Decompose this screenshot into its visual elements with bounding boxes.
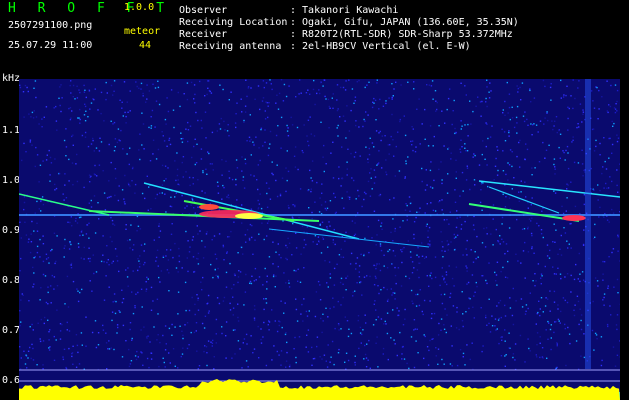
freq-tick: 0.7 — [2, 325, 21, 336]
info-label-antenna: Receiving antenna — [179, 41, 282, 52]
info-value-receiver: : R820T2(RTL-SDR) SDR-Sharp 53.372MHz — [290, 29, 513, 40]
spectrogram-background — [19, 79, 620, 400]
filename-label: 2507291100.png — [8, 20, 93, 31]
datetime-label: 25.07.29 11:00 — [8, 40, 93, 51]
info-label-observer: Observer — [179, 5, 228, 16]
version-label: 1.0.0 — [124, 2, 155, 13]
interference-column — [585, 79, 591, 369]
freq-tick: 0.8 — [2, 275, 21, 286]
unit-label: kHz — [2, 73, 21, 84]
info-label-receiver: Receiver — [179, 29, 228, 40]
info-value-observer: : Takanori Kawachi — [290, 5, 399, 16]
count-label: meteor — [124, 26, 161, 37]
meteor-head — [199, 204, 219, 210]
info-label-location: Receiving Location — [179, 17, 288, 28]
freq-tick: 0.6 — [2, 375, 21, 386]
info-value-antenna: : 2el-HB9CV Vertical (el. E-W) — [290, 41, 471, 52]
spectrogram — [19, 79, 620, 400]
count-value: 44 — [139, 40, 152, 51]
freq-tick: 1.0 — [2, 175, 21, 186]
info-value-location: : Ogaki, Gifu, JAPAN (136.60E, 35.35N) — [290, 17, 519, 28]
meteor-head — [562, 215, 586, 221]
freq-tick: 0.9 — [2, 225, 21, 236]
meteor-head — [235, 213, 263, 219]
freq-tick: 1.1 — [2, 125, 21, 136]
